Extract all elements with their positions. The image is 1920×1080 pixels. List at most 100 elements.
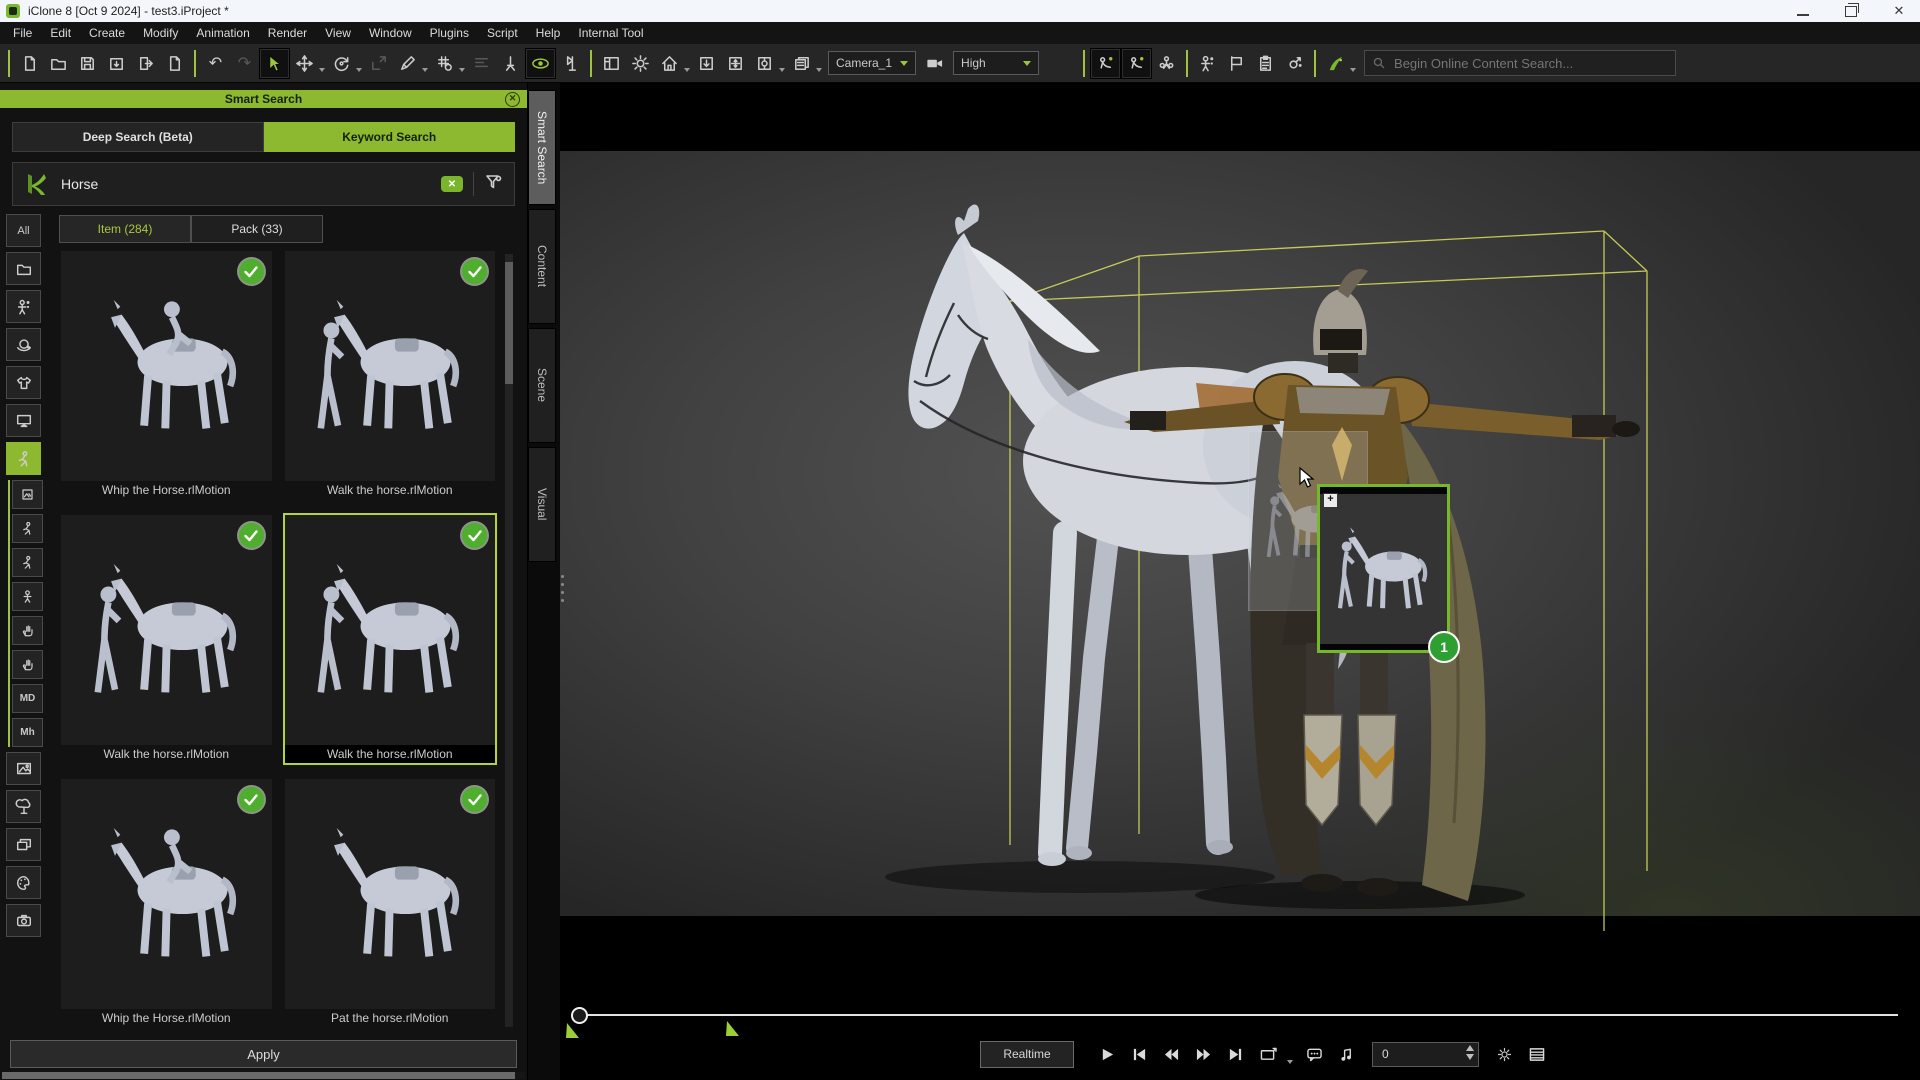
subcategory-gesture-button[interactable] — [12, 616, 43, 645]
side-tab-scene[interactable]: Scene — [528, 328, 556, 443]
home-view-button[interactable] — [655, 49, 684, 78]
scrollbar-thumb[interactable] — [505, 262, 513, 384]
item-thumbnail[interactable] — [61, 515, 272, 745]
close-button[interactable]: ✕ — [1892, 4, 1906, 18]
dropdown-caret[interactable] — [816, 68, 822, 72]
side-tab-visual[interactable]: Visual — [528, 447, 556, 562]
panel-horizontal-scrollbar[interactable] — [2, 1072, 525, 1079]
side-tab-content[interactable]: Content — [528, 209, 556, 324]
item-thumbnail[interactable] — [61, 251, 272, 481]
category-avatar-button[interactable] — [6, 328, 41, 361]
tab-keyword-search[interactable]: Keyword Search — [264, 122, 516, 152]
menu-render[interactable]: Render — [259, 22, 316, 44]
clear-search-button[interactable]: ✕ — [441, 176, 463, 192]
category-screens-button[interactable] — [6, 828, 41, 861]
speech-button[interactable] — [1302, 1042, 1327, 1067]
result-item-selected[interactable]: Walk the horse.rlMotion — [283, 513, 498, 765]
loop-range-button[interactable] — [1255, 1042, 1280, 1067]
camcorder-button[interactable] — [920, 49, 949, 78]
subcategory-hand-button[interactable] — [12, 650, 43, 679]
rotate-tool-button[interactable] — [327, 49, 356, 78]
camera-select[interactable]: Camera_1 — [828, 51, 916, 75]
category-camera-button[interactable] — [6, 904, 41, 937]
item-thumbnail[interactable] — [285, 251, 496, 481]
undo-button[interactable]: ↶ — [201, 49, 230, 78]
menu-create[interactable]: Create — [80, 22, 134, 44]
subcategory-motion-director-button[interactable]: MD — [12, 684, 43, 713]
dropdown-caret[interactable] — [459, 68, 465, 72]
realtime-button[interactable]: Realtime — [980, 1041, 1074, 1068]
dropdown-caret[interactable] — [356, 68, 362, 72]
menu-view[interactable]: View — [316, 22, 360, 44]
category-stage-button[interactable] — [6, 404, 41, 437]
timeline-marker[interactable] — [566, 1023, 579, 1038]
export-button[interactable] — [131, 49, 160, 78]
menu-edit[interactable]: Edit — [41, 22, 80, 44]
result-item[interactable]: Pat the horse.rlMotion — [283, 777, 498, 1029]
render-settings-button[interactable] — [1492, 1042, 1517, 1067]
light-button[interactable] — [626, 49, 655, 78]
link-tool-button[interactable] — [393, 49, 422, 78]
scrollbar-thumb[interactable] — [2, 1072, 515, 1079]
menu-script[interactable]: Script — [478, 22, 527, 44]
panel-layout-button[interactable] — [597, 49, 626, 78]
open-project-button[interactable] — [44, 49, 73, 78]
menu-internal-tool[interactable]: Internal Tool — [569, 22, 652, 44]
side-tab-smart-search[interactable]: Smart Search — [528, 90, 556, 205]
subcategory-jump-button[interactable] — [12, 582, 43, 611]
category-folder-button[interactable] — [6, 252, 41, 285]
panel-resize-grip[interactable] — [561, 575, 564, 602]
motion-group-button[interactable] — [1152, 49, 1181, 78]
dropdown-caret[interactable] — [779, 68, 785, 72]
menu-window[interactable]: Window — [360, 22, 421, 44]
rewind-button[interactable] — [1159, 1042, 1184, 1067]
result-item[interactable]: Whip the Horse.rlMotion — [59, 249, 274, 501]
dropdown-caret[interactable] — [319, 68, 325, 72]
move-gizmo-button[interactable] — [721, 49, 750, 78]
subcategory-motion-plus-button[interactable]: Mh — [12, 718, 43, 747]
viewport-3d[interactable]: + 1 Realtime — [560, 83, 1920, 1080]
results-scrollbar[interactable] — [505, 254, 513, 1027]
timeline-playhead[interactable] — [571, 1007, 588, 1024]
online-search-input[interactable] — [1392, 55, 1668, 72]
snap-tool-button[interactable] — [430, 49, 459, 78]
restore-button[interactable] — [1844, 4, 1858, 18]
item-thumbnail[interactable] — [61, 779, 272, 1009]
timeline-marker[interactable] — [726, 1021, 739, 1036]
result-item[interactable]: Walk the horse.rlMotion — [283, 249, 498, 501]
item-thumbnail[interactable] — [285, 779, 496, 1009]
transform-flag-button[interactable] — [556, 49, 585, 78]
align-tool-button[interactable] — [467, 49, 496, 78]
select-tool-button[interactable] — [259, 48, 290, 79]
fast-forward-button[interactable] — [1191, 1042, 1216, 1067]
drag-preview-box[interactable]: + 1 — [1317, 484, 1450, 653]
menu-modify[interactable]: Modify — [134, 22, 187, 44]
menu-plugins[interactable]: Plugins — [421, 22, 478, 44]
spin-down-icon[interactable] — [1466, 1054, 1474, 1060]
layer-manager-button[interactable] — [787, 49, 816, 78]
ik-pose-a-button[interactable] — [1090, 48, 1121, 79]
dropdown-caret[interactable] — [1350, 68, 1356, 72]
item-thumbnail[interactable] — [285, 515, 496, 745]
redo-button[interactable]: ↷ — [230, 49, 259, 78]
category-materials-button[interactable] — [6, 866, 41, 899]
subcategory-run-button[interactable] — [12, 548, 43, 577]
export-usb-button[interactable] — [160, 49, 189, 78]
gizmo-settings-button[interactable] — [1280, 49, 1309, 78]
actor-button[interactable] — [1193, 49, 1222, 78]
drop-to-floor-button[interactable] — [692, 49, 721, 78]
minimize-button[interactable] — [1796, 4, 1810, 18]
category-all-button[interactable]: All — [6, 214, 41, 247]
play-button[interactable] — [1095, 1042, 1120, 1067]
timeline-track[interactable] — [574, 1014, 1898, 1016]
timeline-toggle-button[interactable] — [1524, 1042, 1549, 1067]
go-to-end-button[interactable] — [1223, 1042, 1248, 1067]
pin-tool-button[interactable] — [496, 49, 525, 78]
subcategory-walk-button[interactable] — [12, 514, 43, 543]
move-tool-button[interactable] — [290, 49, 319, 78]
category-actors-button[interactable] — [6, 290, 41, 323]
apply-button[interactable]: Apply — [10, 1040, 517, 1068]
category-image-button[interactable] — [6, 752, 41, 785]
category-clothes-button[interactable] — [6, 366, 41, 399]
menu-file[interactable]: File — [4, 22, 41, 44]
